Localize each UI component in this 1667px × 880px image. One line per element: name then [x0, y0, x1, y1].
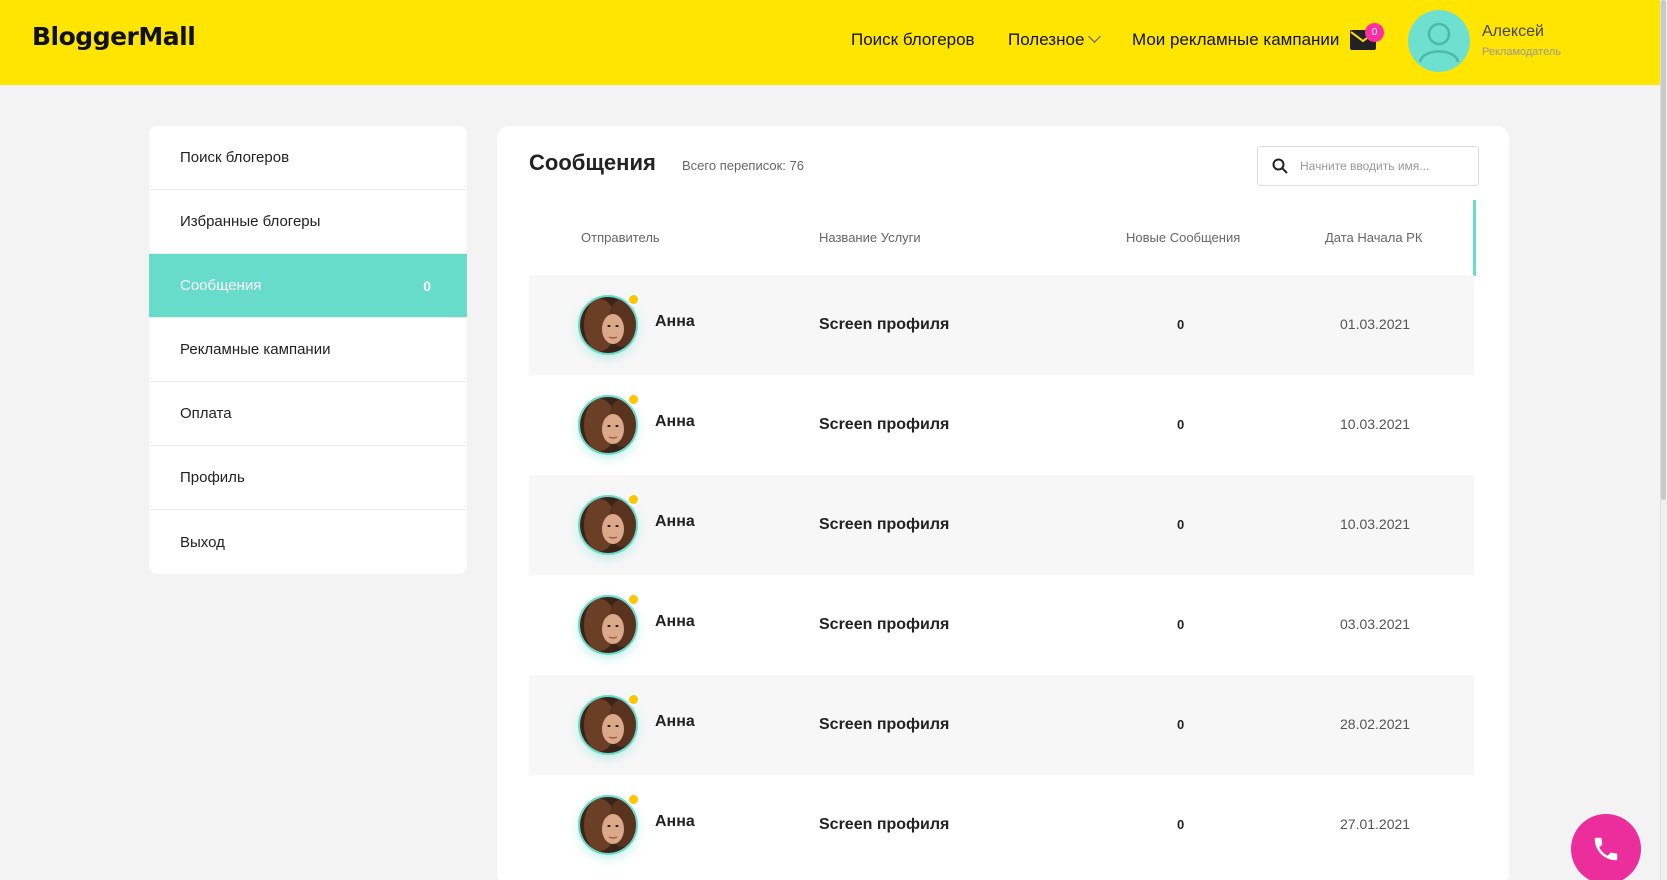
page-title: Сообщения: [529, 150, 656, 175]
sidebar-item-label: Сообщения: [180, 277, 262, 294]
sender-name: Анна: [655, 713, 695, 730]
table-row[interactable]: Анна Screen профиля 0 01.03.2021: [529, 275, 1474, 375]
table-row[interactable]: Анна Screen профиля 0 27.01.2021: [529, 775, 1474, 875]
service-name: Screen профиля: [819, 716, 950, 733]
page-scrollbar[interactable]: [1660, 0, 1667, 880]
sender-avatar-photo: [580, 597, 636, 653]
user-role: Рекламодатель: [1482, 46, 1561, 58]
column-header-service: Название Услуги: [819, 230, 921, 245]
campaign-start-date: 03.03.2021: [1340, 616, 1411, 632]
new-messages-count: 0: [1177, 417, 1185, 432]
messages-panel: Сообщения Всего переписок: 76 Отправител…: [497, 126, 1509, 880]
service-name: Screen профиля: [819, 616, 950, 633]
campaign-start-date: 27.01.2021: [1340, 816, 1411, 832]
table-row[interactable]: Анна Screen профиля 0 10.03.2021: [529, 375, 1474, 475]
status-dot: [627, 293, 640, 306]
sidebar-item-label: Избранные блогеры: [180, 213, 321, 230]
sender-name: Анна: [655, 813, 695, 830]
column-header-sender: Отправитель: [581, 230, 660, 245]
sidebar-item-payment[interactable]: Оплата: [149, 382, 467, 446]
service-name: Screen профиля: [819, 316, 950, 333]
sidebar-menu: Поиск блогеров Избранные блогеры Сообщен…: [149, 126, 467, 574]
total-conversations: Всего переписок: 76: [682, 158, 804, 173]
brand-logo[interactable]: BloggerMall: [32, 22, 196, 51]
search-icon: [1272, 158, 1288, 174]
status-dot: [627, 493, 640, 506]
service-name: Screen профиля: [819, 816, 950, 833]
sidebar-item-label: Поиск блогеров: [180, 149, 290, 166]
search-box[interactable]: [1257, 146, 1479, 186]
nav-useful-label: Полезное: [1008, 30, 1085, 49]
status-dot: [627, 393, 640, 406]
new-messages-count: 0: [1177, 817, 1185, 832]
sender-avatar-photo: [580, 497, 636, 553]
campaign-start-date: 28.02.2021: [1340, 716, 1411, 732]
messages-list: Анна Screen профиля 0 01.03.2021 Анна Screen …: [529, 275, 1474, 875]
nav-search-bloggers[interactable]: Поиск блогеров: [851, 30, 975, 50]
sender-avatar-photo: [580, 397, 636, 453]
top-header: BloggerMall Поиск блогеров Полезное Мои …: [0, 0, 1660, 85]
status-dot: [627, 693, 640, 706]
nav-useful-dropdown[interactable]: Полезное: [1008, 30, 1102, 50]
status-dot: [627, 793, 640, 806]
sender-avatar-photo: [580, 697, 636, 753]
sender-avatar-photo: [580, 797, 636, 853]
campaign-start-date: 10.03.2021: [1340, 416, 1411, 432]
new-messages-count: 0: [1177, 717, 1185, 732]
user-avatar-icon: [1418, 22, 1460, 63]
chevron-down-icon: [1088, 30, 1102, 43]
new-messages-count: 0: [1177, 317, 1185, 332]
sidebar-item-favorite-bloggers[interactable]: Избранные блогеры: [149, 190, 467, 254]
sidebar-item-campaigns[interactable]: Рекламные кампании: [149, 318, 467, 382]
page-scrollbar-thumb[interactable]: [1661, 0, 1666, 500]
table-row[interactable]: Анна Screen профиля 0 10.03.2021: [529, 475, 1474, 575]
user-avatar[interactable]: [1408, 10, 1470, 72]
status-dot: [627, 593, 640, 606]
user-name[interactable]: Алексей: [1482, 23, 1544, 41]
sidebar-item-label: Рекламные кампании: [180, 341, 331, 358]
service-name: Screen профиля: [819, 416, 950, 433]
campaign-start-date: 01.03.2021: [1340, 316, 1411, 332]
phone-icon: [1594, 837, 1618, 861]
sidebar-item-profile[interactable]: Профиль: [149, 446, 467, 510]
mail-count-badge: 0: [1365, 23, 1384, 42]
table-row[interactable]: Анна Screen профиля 0 03.03.2021: [529, 575, 1474, 675]
sender-name: Анна: [655, 413, 695, 430]
sender-avatar-photo: [580, 297, 636, 353]
table-row[interactable]: Анна Screen профиля 0 28.02.2021: [529, 675, 1474, 775]
sidebar-item-label: Выход: [180, 533, 225, 551]
service-name: Screen профиля: [819, 516, 950, 533]
call-button[interactable]: [1571, 814, 1641, 880]
table-header: Отправитель Название Услуги Новые Сообще…: [529, 230, 1474, 260]
sidebar-messages-count: 0: [423, 277, 431, 294]
column-header-start-date: Дата Начала РК: [1325, 230, 1423, 245]
column-header-new-messages: Новые Сообщения: [1126, 230, 1241, 245]
sidebar-item-search-bloggers[interactable]: Поиск блогеров: [149, 126, 467, 190]
sidebar-item-label: Профиль: [180, 469, 245, 486]
new-messages-count: 0: [1177, 617, 1185, 632]
sender-name: Анна: [655, 313, 695, 330]
nav-my-campaigns[interactable]: Мои рекламные кампании: [1132, 30, 1339, 50]
sidebar-item-messages[interactable]: Сообщения 0: [149, 254, 467, 318]
new-messages-count: 0: [1177, 517, 1185, 532]
search-input[interactable]: [1300, 159, 1470, 173]
sender-name: Анна: [655, 513, 695, 530]
sender-name: Анна: [655, 613, 695, 630]
campaign-start-date: 10.03.2021: [1340, 516, 1411, 532]
sidebar-item-label: Оплата: [180, 405, 232, 422]
sidebar-item-logout[interactable]: Выход: [149, 510, 467, 574]
